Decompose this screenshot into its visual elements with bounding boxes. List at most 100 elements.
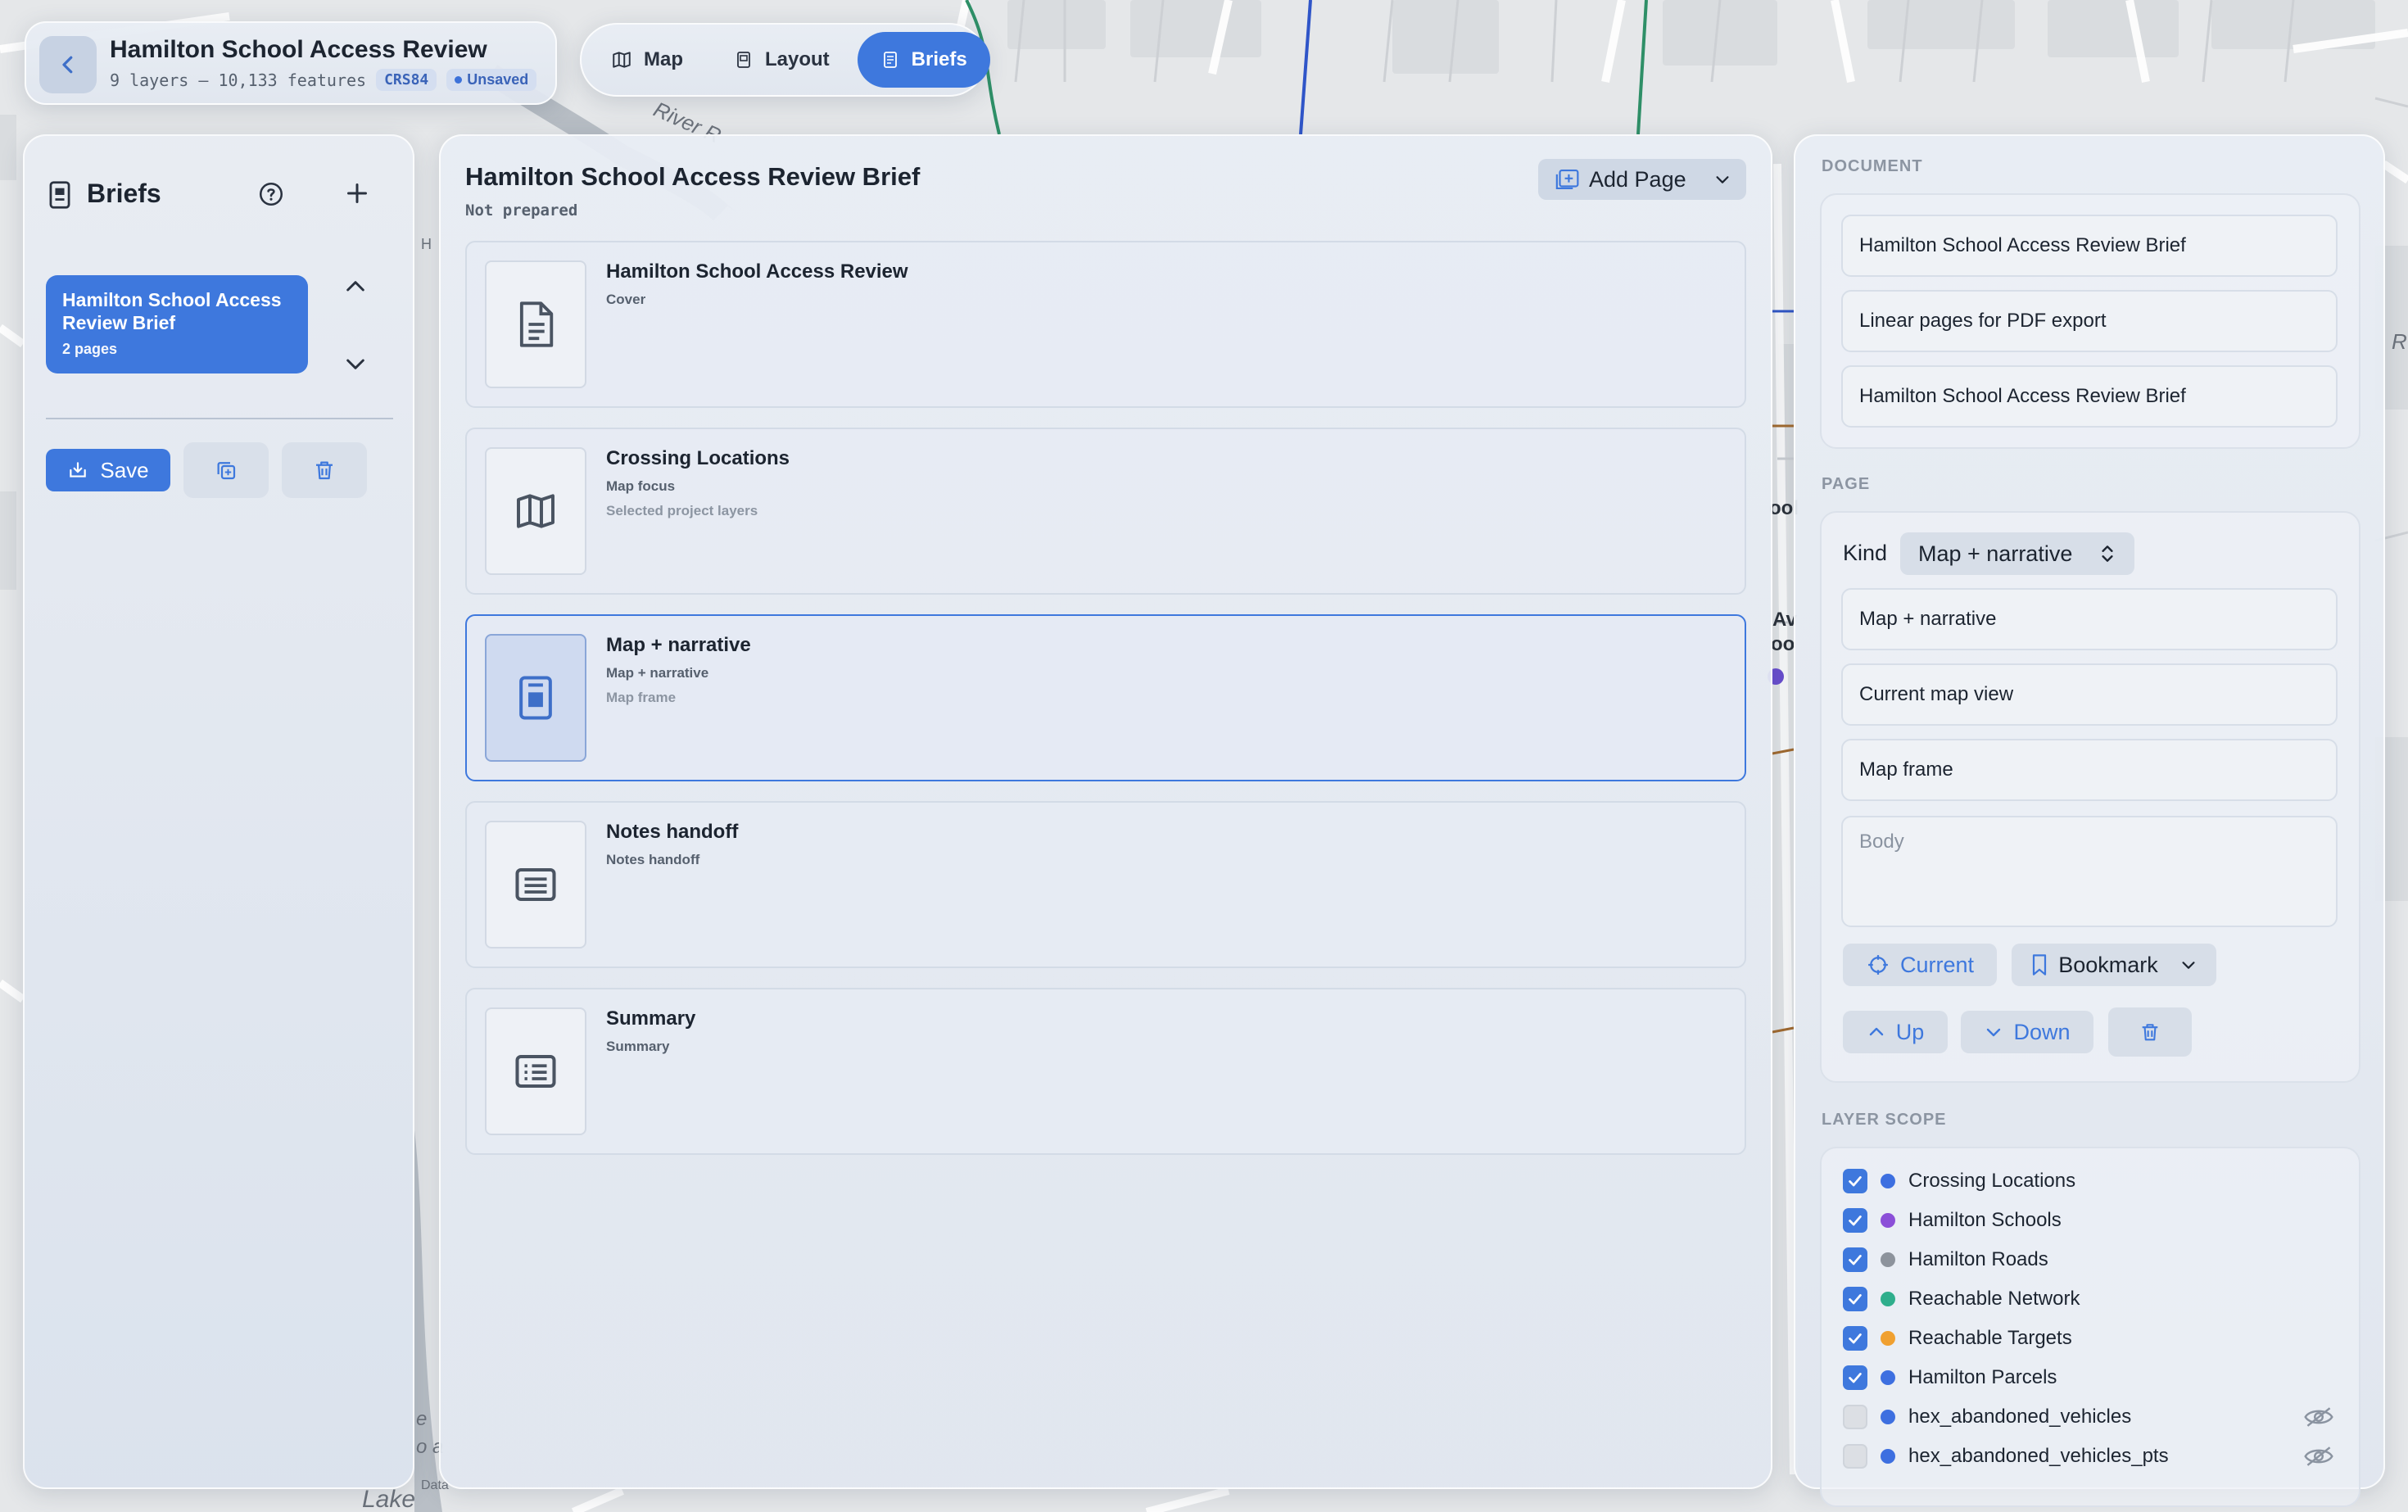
checkmark-icon [1849, 1176, 1862, 1187]
page-kind: Cover [606, 292, 646, 307]
layer-row[interactable]: Reachable Targets [1843, 1322, 2072, 1355]
layer-row[interactable]: Reachable Network [1843, 1283, 2080, 1315]
crosshair-icon [1868, 955, 1888, 975]
layer-name: Hamilton Schools [1908, 1209, 2062, 1231]
page-card-notes-handoff[interactable]: Notes handoff Notes handoff [465, 801, 1746, 968]
add-brief-icon[interactable] [342, 179, 372, 208]
layer-count: 9 layers – 10,133 features [110, 70, 367, 90]
notes-icon [515, 867, 556, 902]
page-kind: Map + narrative [606, 665, 709, 681]
tab-map[interactable]: Map [588, 32, 706, 88]
layer-checkbox[interactable] [1843, 1208, 1867, 1233]
layer-color-dot [1881, 1449, 1895, 1464]
layer-checkbox[interactable] [1843, 1169, 1867, 1193]
layer-checkbox[interactable] [1843, 1405, 1867, 1429]
move-down-button[interactable]: Down [1961, 1011, 2093, 1053]
save-icon [70, 462, 87, 478]
tab-map-label: Map [644, 48, 683, 70]
delete-page-button[interactable] [2108, 1007, 2192, 1057]
down-label: Down [2013, 1019, 2071, 1044]
document-icon [519, 301, 554, 347]
delete-brief-button[interactable] [282, 442, 367, 498]
checkmark-icon [1849, 1333, 1862, 1344]
brief-document-title: Hamilton School Access Review Brief [465, 162, 921, 191]
duplicate-button[interactable] [183, 442, 269, 498]
page-card-crossing-locations[interactable]: Crossing Locations Map focus Selected pr… [465, 428, 1746, 595]
map-label: H [421, 236, 432, 252]
checkmark-icon [1849, 1373, 1862, 1383]
add-page-icon [1555, 169, 1579, 190]
eye-off-icon[interactable] [2303, 1445, 2334, 1468]
page-kind: Notes handoff [606, 852, 700, 867]
summary-icon [515, 1054, 556, 1089]
page-thumbnail [485, 821, 586, 948]
move-up-button[interactable]: Up [1843, 1011, 1948, 1053]
brief-list-item[interactable]: Hamilton School Access Review Brief 2 pa… [46, 275, 308, 373]
layer-checkbox[interactable] [1843, 1287, 1867, 1311]
page-title: Hamilton School Access Review [606, 260, 908, 283]
page-body-field[interactable]: Body [1841, 816, 2338, 927]
divider [46, 418, 393, 419]
layer-row[interactable]: Crossing Locations [1843, 1165, 2075, 1197]
help-icon[interactable] [257, 180, 285, 208]
map-label: Lake [362, 1486, 415, 1512]
layer-checkbox[interactable] [1843, 1365, 1867, 1390]
map-label: R [2392, 329, 2407, 354]
layer-color-dot [1881, 1252, 1895, 1267]
chevron-up-icon[interactable] [342, 274, 369, 300]
chevron-down-icon[interactable] [342, 351, 369, 377]
layer-color-dot [1881, 1370, 1895, 1385]
document-subtitle-field[interactable]: Linear pages for PDF export [1841, 290, 2338, 352]
use-current-view-button[interactable]: Current [1843, 944, 1997, 986]
page-detail: Map frame [606, 690, 677, 705]
layer-row[interactable]: hex_abandoned_vehicles [1843, 1401, 2131, 1433]
view-switcher: Map Layout Briefs [580, 23, 990, 97]
layer-checkbox[interactable] [1843, 1444, 1867, 1469]
layer-name: Reachable Network [1908, 1288, 2080, 1310]
layer-row[interactable]: hex_abandoned_vehicles_pts [1843, 1440, 2169, 1473]
back-button[interactable] [39, 36, 97, 93]
page-view-field[interactable]: Current map view [1841, 663, 2338, 726]
crs-badge: CRS84 [376, 69, 437, 91]
checkmark-icon [1849, 1215, 1862, 1226]
tab-layout-label: Layout [765, 48, 830, 70]
page-card-summary[interactable]: Summary Summary [465, 988, 1746, 1155]
layer-row[interactable]: Hamilton Parcels [1843, 1361, 2057, 1394]
project-header: Hamilton School Access Review 9 layers –… [25, 21, 557, 105]
layer-row[interactable]: Hamilton Roads [1843, 1243, 2048, 1276]
chevron-down-icon [1716, 176, 1729, 183]
page-kind: Map focus [606, 478, 676, 494]
kind-select[interactable]: Map + narrative [1900, 532, 2134, 575]
tab-briefs[interactable]: Briefs [857, 32, 990, 88]
eye-off-icon[interactable] [2303, 1406, 2334, 1428]
brief-title: Hamilton School Access Review Brief [62, 289, 282, 333]
bookmark-icon [2033, 954, 2047, 976]
page-card-cover[interactable]: Hamilton School Access Review Cover [465, 241, 1746, 408]
map-label: oo [1771, 633, 1795, 655]
page-frame-field[interactable]: Map frame [1841, 739, 2338, 801]
save-button[interactable]: Save [46, 449, 170, 491]
bookmark-label: Bookmark [2058, 952, 2158, 977]
layer-name: hex_abandoned_vehicles [1908, 1406, 2132, 1428]
page-card-map-narrative[interactable]: Map + narrative Map + narrative Map fram… [465, 614, 1746, 781]
layer-name: Crossing Locations [1908, 1170, 2076, 1192]
page-title: Notes handoff [606, 821, 739, 843]
add-page-button[interactable]: Add Page [1538, 159, 1746, 200]
chevron-up-icon [1869, 1027, 1883, 1036]
project-title: Hamilton School Access Review [110, 36, 487, 63]
tab-layout[interactable]: Layout [711, 32, 853, 88]
checkmark-icon [1849, 1255, 1862, 1265]
layer-checkbox[interactable] [1843, 1247, 1867, 1272]
page-kind: Summary [606, 1039, 670, 1054]
page-section-label: PAGE [1822, 475, 1871, 493]
bookmark-select[interactable]: Bookmark [2012, 944, 2216, 986]
current-label: Current [1899, 952, 1975, 977]
layer-checkbox[interactable] [1843, 1326, 1867, 1351]
document-title-field[interactable]: Hamilton School Access Review Brief [1841, 215, 2338, 277]
trash-icon [316, 461, 333, 480]
tab-briefs-label: Briefs [911, 48, 967, 70]
document-footer-field[interactable]: Hamilton School Access Review Brief [1841, 365, 2338, 428]
duplicate-icon [217, 462, 236, 480]
layer-row[interactable]: Hamilton Schools [1843, 1204, 2062, 1237]
page-title-field[interactable]: Map + narrative [1841, 588, 2338, 650]
